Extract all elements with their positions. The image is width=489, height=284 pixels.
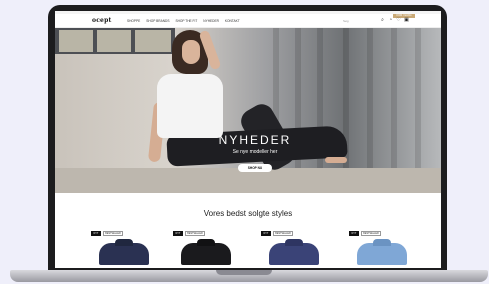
hero-title: NYHEDER [218, 133, 292, 147]
product-tag-bestseller: BESTSELLER [102, 231, 124, 236]
hero-window [55, 28, 175, 54]
jacket-collar [197, 239, 215, 246]
hero-text: NYHEDER Se nye modeller her [205, 133, 305, 155]
product-tag-bestseller: BESTSELLER [272, 231, 294, 236]
jacket-collar [373, 239, 391, 246]
jacket-collar [285, 239, 303, 246]
product-tag-new: NYT [349, 231, 359, 236]
product-tags: NYT BESTSELLER [173, 231, 206, 236]
nav-link-shoppe[interactable]: SHOPPE [127, 19, 140, 23]
jacket-image[interactable] [357, 243, 407, 265]
product-card[interactable]: NYT BESTSELLER [173, 231, 235, 265]
product-tag-new: NYT [261, 231, 271, 236]
heart-icon[interactable]: ♡ [396, 18, 401, 23]
bag-icon[interactable]: ▣ [404, 18, 409, 23]
jacket-image[interactable] [181, 243, 231, 265]
product-tag-new: NYT [91, 231, 101, 236]
product-tag-bestseller: BESTSELLER [184, 231, 206, 236]
jacket-collar [115, 239, 133, 246]
nav-link-shop-the-fit[interactable]: SHOP THE FIT [175, 19, 197, 23]
product-tag-new: NYT [173, 231, 183, 236]
product-tags: NYT BESTSELLER [349, 231, 382, 236]
nav-link-nyheder[interactable]: NYHEDER [203, 19, 219, 23]
product-tags: NYT BESTSELLER [91, 231, 124, 236]
bestsellers-title: Vores bedst solgte styles [203, 209, 293, 218]
nav-link-shop-brands[interactable]: SHOP BRANDS [146, 19, 169, 23]
website-screen: ocept SHOPPE SHOP BRANDS SHOP THE FIT NY… [55, 11, 441, 268]
model-top [157, 74, 223, 138]
hero-banner[interactable]: NYHEDER Se nye modeller her SHOP NU [55, 28, 441, 193]
product-card[interactable]: NYT BESTSELLER [91, 231, 153, 265]
brand-logo[interactable]: ocept [92, 17, 112, 25]
main-navigation: ocept SHOPPE SHOP BRANDS SHOP THE FIT NY… [55, 14, 441, 28]
product-card[interactable]: NYT BESTSELLER [261, 231, 323, 265]
laptop-notch [216, 270, 272, 275]
model-foot [325, 157, 347, 163]
search-icon[interactable]: ⌕ [380, 18, 385, 23]
hero-subtitle: Se nye modeller her [232, 149, 278, 155]
search-input[interactable]: Søg [343, 19, 373, 23]
shop-now-button[interactable]: SHOP NU [238, 164, 272, 172]
user-icon[interactable]: ◔ [388, 18, 393, 23]
product-tag-bestseller: BESTSELLER [360, 231, 382, 236]
nav-link-kontakt[interactable]: KONTAKT [225, 19, 240, 23]
product-tags: NYT BESTSELLER [261, 231, 294, 236]
jacket-image[interactable] [99, 243, 149, 265]
jacket-image[interactable] [269, 243, 319, 265]
nav-links: SHOPPE SHOP BRANDS SHOP THE FIT NYHEDER … [127, 19, 240, 23]
product-row: NYT BESTSELLER NYT BESTSELLER NYT BESTSE… [55, 231, 441, 265]
model-face [182, 40, 200, 64]
product-card[interactable]: NYT BESTSELLER [349, 231, 411, 265]
